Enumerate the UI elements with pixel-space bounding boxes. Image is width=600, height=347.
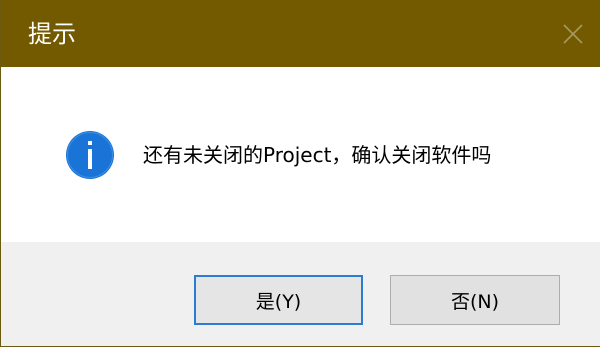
yes-button[interactable]: 是(Y): [194, 275, 363, 325]
title-bar: 提示: [1, 0, 600, 67]
dialog-content: 还有未关闭的Project，确认关闭软件吗: [1, 67, 600, 242]
button-bar: 是(Y) 否(N): [1, 242, 600, 346]
close-icon: [563, 24, 583, 44]
dialog-message: 还有未关闭的Project，确认关闭软件吗: [143, 143, 492, 167]
dialog-title: 提示: [28, 20, 76, 48]
no-button[interactable]: 否(N): [390, 275, 560, 325]
close-button[interactable]: [555, 16, 591, 52]
message-dialog: 提示 还有未关闭的Project，确认关闭软件吗 是(Y) 否(N): [0, 0, 600, 347]
info-icon: [65, 130, 115, 180]
